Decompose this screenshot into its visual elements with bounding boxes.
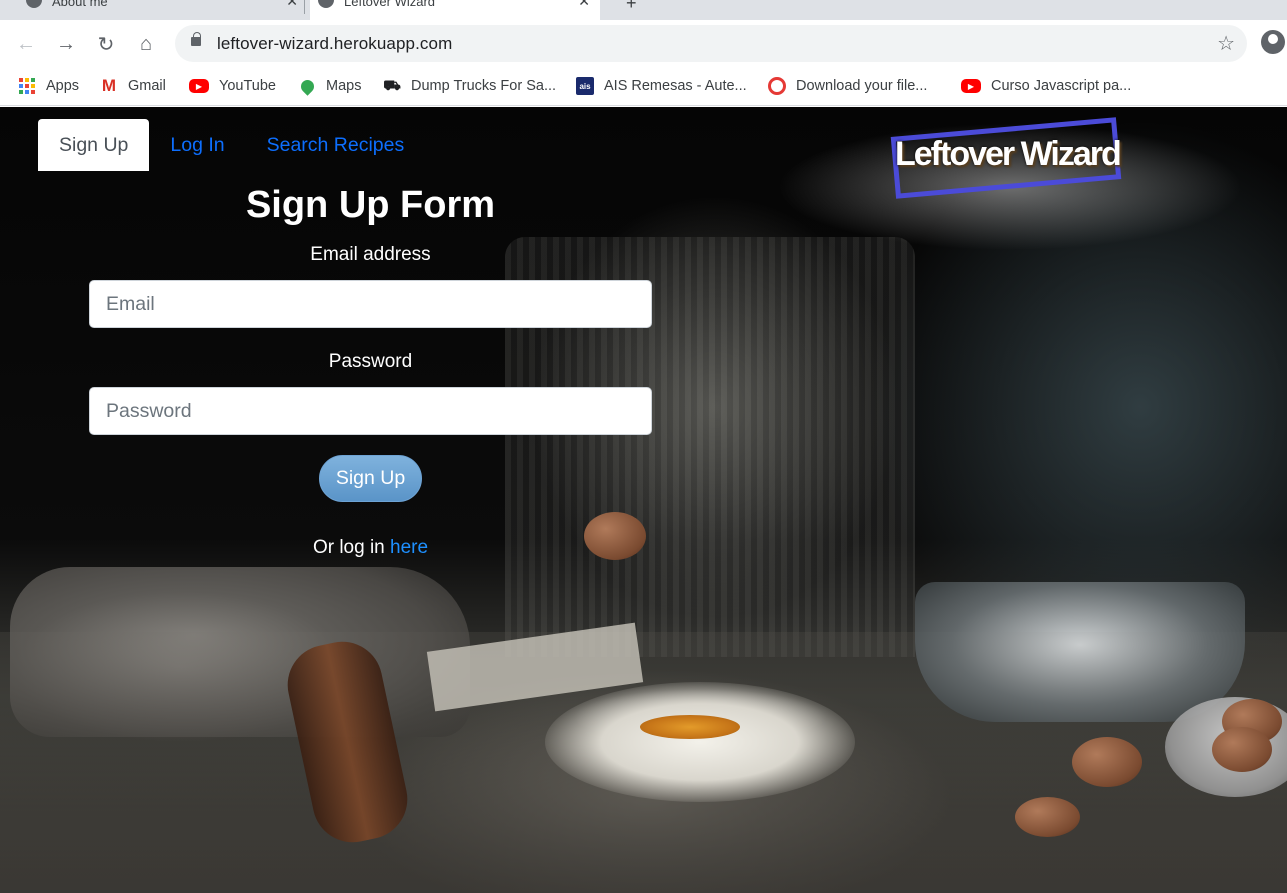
browser-tab-about-me[interactable]: About me ✕	[18, 0, 308, 20]
ais-icon: ais	[576, 77, 594, 95]
bookmark-label: Maps	[326, 78, 362, 94]
maps-icon	[297, 76, 317, 96]
tab-search-recipes[interactable]: Search Recipes	[246, 119, 426, 171]
bookmark-gmail[interactable]: M Gmail	[100, 76, 166, 96]
site-logo: Leftover Wizard	[895, 135, 1122, 173]
tab-sign-up[interactable]: Sign Up	[38, 119, 150, 171]
email-input[interactable]	[89, 280, 652, 328]
close-icon[interactable]: ✕	[578, 0, 590, 10]
gmail-icon: M	[101, 76, 117, 95]
globe-icon	[26, 0, 42, 8]
new-tab-plus-icon[interactable]: +	[626, 0, 637, 14]
bookmark-label: Gmail	[128, 78, 166, 94]
apps-grid-icon	[18, 77, 36, 95]
close-icon[interactable]: ✕	[286, 0, 298, 10]
background-eggshell	[1015, 797, 1080, 837]
background-towel	[10, 567, 470, 737]
bookmark-label: YouTube	[219, 78, 276, 94]
url-text[interactable]: leftover-wizard.herokuapp.com	[217, 34, 452, 54]
form-title: Sign Up Form	[245, 184, 496, 226]
bookmark-youtube[interactable]: ▶ YouTube	[189, 76, 276, 96]
lock-icon	[191, 32, 201, 46]
email-label: Email address	[310, 244, 431, 265]
bookmarks-bar: Apps M Gmail ▶ YouTube Maps ⛟ Dump Truck…	[0, 68, 1287, 106]
login-prompt: Or log in here	[89, 537, 652, 559]
youtube-icon: ▶	[961, 79, 981, 93]
login-here-link[interactable]: here	[390, 537, 428, 558]
bookmark-label: Apps	[46, 78, 80, 94]
bookmark-dump-trucks[interactable]: ⛟ Dump Trucks For Sa...	[383, 76, 556, 96]
download-icon	[768, 77, 786, 95]
bookmark-label: Curso Javascript pa...	[991, 78, 1132, 94]
tab-log-in[interactable]: Log In	[149, 119, 245, 171]
reload-icon[interactable]: ↻	[92, 30, 120, 58]
bookmark-label: Download your file...	[796, 78, 928, 94]
youtube-icon: ▶	[189, 79, 209, 93]
home-icon[interactable]: ⌂	[132, 30, 160, 58]
bookmark-label: AIS Remesas - Aute...	[604, 78, 747, 94]
bookmark-label: Dump Trucks For Sa...	[411, 78, 557, 94]
password-input[interactable]	[89, 387, 652, 435]
background-eggshell	[1072, 737, 1142, 787]
nav-tabs: Sign Up Log In Search Recipes	[38, 119, 425, 171]
password-label: Password	[328, 351, 413, 372]
background-flour	[545, 682, 855, 802]
profile-avatar-icon[interactable]	[1261, 30, 1285, 54]
address-bar[interactable]: leftover-wizard.herokuapp.com ☆	[175, 25, 1247, 62]
background-egg	[1212, 727, 1272, 772]
bookmark-download-file[interactable]: Download your file...	[768, 76, 927, 96]
page-background: Sign Up Log In Search Recipes Leftover W…	[0, 107, 1287, 893]
login-prompt-text: Or log in	[312, 537, 385, 558]
star-icon[interactable]: ☆	[1217, 31, 1235, 56]
truck-icon: ⛟	[383, 76, 401, 93]
browser-toolbar: ← → ↻ ⌂ leftover-wizard.herokuapp.com ☆	[0, 20, 1287, 68]
bookmark-ais-remesas[interactable]: ais AIS Remesas - Aute...	[576, 76, 747, 96]
bookmark-apps[interactable]: Apps	[18, 76, 79, 96]
browser-tab-strip: About me ✕ Leftover Wizard ✕ +	[0, 0, 1287, 20]
browser-tab-leftover-wizard[interactable]: Leftover Wizard ✕	[310, 0, 600, 20]
sign-up-button[interactable]: Sign Up	[319, 455, 422, 502]
globe-icon	[318, 0, 334, 8]
tab-title: Leftover Wizard	[344, 0, 436, 9]
background-egg-yolk	[640, 715, 740, 739]
bookmark-curso-javascript[interactable]: ▶ Curso Javascript pa...	[961, 76, 1131, 96]
back-arrow-icon[interactable]: ←	[12, 30, 40, 58]
background-bowl	[915, 582, 1245, 722]
tab-title: About me	[52, 0, 108, 9]
bookmark-maps[interactable]: Maps	[297, 76, 362, 96]
forward-arrow-icon[interactable]: →	[52, 30, 80, 58]
tab-divider	[304, 0, 305, 14]
